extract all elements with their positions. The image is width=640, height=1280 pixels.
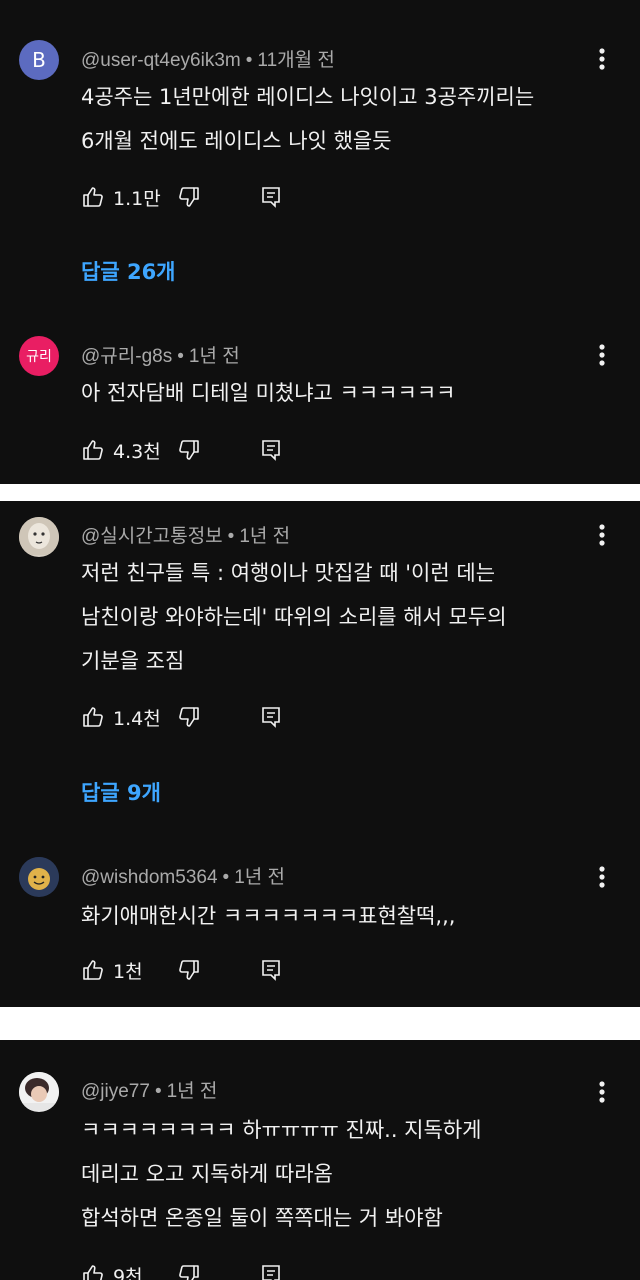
reply-comment-icon[interactable] — [259, 438, 283, 462]
comment-item: @jiye77 • 1년 전 ㅋㅋㅋㅋㅋㅋㅋㅋ 하ㅠㅠㅠㅠ 진짜.. 지독하게 데리… — [0, 1040, 640, 1280]
thumb-up-icon[interactable] — [81, 958, 105, 982]
comment-panel-2: @실시간고통정보 • 1년 전 저런 친구들 특 : 여행이나 맛집갈 때 '이런 … — [0, 501, 640, 1007]
reply-comment-icon[interactable] — [259, 1263, 283, 1280]
thumb-down-icon[interactable] — [177, 185, 201, 209]
more-vert-icon — [599, 1081, 605, 1103]
avatar[interactable]: 규리 — [19, 336, 59, 376]
comment-author[interactable]: @실시간고통정보 — [81, 526, 223, 547]
comment-meta: @user-qt4ey6ik3m • 11개월 전 — [81, 45, 335, 72]
comment-text: 저런 친구들 특 : 여행이나 맛집갈 때 '이런 데는 남친이랑 와야하는데'… — [81, 561, 507, 673]
comment-actions: 4.3천 — [81, 435, 283, 465]
reply-comment-icon[interactable] — [259, 185, 283, 209]
more-options-button[interactable] — [588, 45, 616, 73]
more-vert-icon — [599, 524, 605, 546]
more-options-button[interactable] — [588, 1078, 616, 1106]
comment-meta: @실시간고통정보 • 1년 전 — [81, 521, 290, 548]
meta-dot: • — [154, 1081, 162, 1102]
comment-author[interactable]: @wishdom5364 — [81, 867, 218, 888]
comment-meta: @jiye77 • 1년 전 — [81, 1076, 217, 1103]
comment-panel-3: @jiye77 • 1년 전 ㅋㅋㅋㅋㅋㅋㅋㅋ 하ㅠㅠㅠㅠ 진짜.. 지독하게 데리… — [0, 1040, 640, 1280]
meta-dot: • — [177, 346, 184, 367]
thumb-down-icon[interactable] — [177, 958, 201, 982]
like-count: 4.3천 — [113, 440, 161, 463]
reply-comment-icon[interactable] — [259, 705, 283, 729]
meta-dot: • — [245, 50, 253, 71]
thumb-down-icon[interactable] — [177, 1263, 201, 1280]
comment-time: 11개월 전 — [257, 50, 335, 71]
comment-item: 규리 @규리-g8s • 1년 전 아 전자담배 디테일 미쳤냐고 ㅋㅋㅋㅋㅋㅋ 4… — [0, 320, 640, 484]
comment-actions: 1천 — [81, 955, 283, 985]
comment-author[interactable]: @jiye77 — [81, 1081, 150, 1102]
view-replies-link[interactable]: 답글 9개 — [81, 777, 161, 807]
comment-text: 화기애매한시간 ㅋㅋㅋㅋㅋㅋㅋ표현찰떡,,, — [81, 904, 456, 928]
like-count: 1.1만 — [113, 187, 161, 210]
comment-text: ㅋㅋㅋㅋㅋㅋㅋㅋ 하ㅠㅠㅠㅠ 진짜.. 지독하게 데리고 오고 지독하게 따라옴… — [81, 1118, 482, 1230]
comment-text: 아 전자담배 디테일 미쳤냐고 ㅋㅋㅋㅋㅋㅋ — [81, 381, 456, 405]
comment-actions: 9천 — [81, 1260, 283, 1280]
comment-time: 1년 전 — [188, 346, 240, 367]
avatar[interactable]: B — [19, 40, 59, 80]
comment-text: 4공주는 1년만에한 레이디스 나잇이고 3공주끼리는 6개월 전에도 레이디스… — [81, 85, 535, 153]
comment-author[interactable]: @규리-g8s — [81, 346, 172, 367]
thumb-up-icon[interactable] — [81, 705, 105, 729]
avatar-image — [19, 1072, 59, 1112]
comment-actions: 1.4천 — [81, 702, 283, 732]
thumb-down-icon[interactable] — [177, 438, 201, 462]
more-vert-icon — [599, 48, 605, 70]
avatar[interactable] — [19, 857, 59, 897]
avatar[interactable] — [19, 1072, 59, 1112]
comment-item: B @user-qt4ey6ik3m • 11개월 전 4공주는 1년만에한 레이디… — [0, 0, 640, 300]
avatar-image — [19, 517, 59, 557]
comment-panel-1: B @user-qt4ey6ik3m • 11개월 전 4공주는 1년만에한 레이디… — [0, 0, 640, 484]
like-count: 1.4천 — [113, 707, 161, 730]
meta-dot: • — [227, 526, 235, 547]
more-options-button[interactable] — [588, 341, 616, 369]
meta-dot: • — [222, 867, 230, 888]
like-count: 1천 — [113, 960, 143, 983]
thumb-up-icon[interactable] — [81, 185, 105, 209]
more-vert-icon — [599, 344, 605, 366]
thumb-down-icon[interactable] — [177, 705, 201, 729]
thumb-up-icon[interactable] — [81, 438, 105, 462]
avatar[interactable] — [19, 517, 59, 557]
view-replies-link[interactable]: 답글 26개 — [81, 256, 176, 286]
more-options-button[interactable] — [588, 521, 616, 549]
like-count: 9천 — [113, 1265, 143, 1280]
more-vert-icon — [599, 866, 605, 888]
comment-actions: 1.1만 — [81, 182, 283, 212]
comment-meta: @wishdom5364 • 1년 전 — [81, 862, 285, 889]
comment-time: 1년 전 — [239, 526, 291, 547]
comment-author[interactable]: @user-qt4ey6ik3m — [81, 50, 241, 71]
comment-item: @wishdom5364 • 1년 전 화기애매한시간 ㅋㅋㅋㅋㅋㅋㅋ표현찰떡,,,… — [0, 841, 640, 1007]
comment-time: 1년 전 — [166, 1081, 218, 1102]
comment-meta: @규리-g8s • 1년 전 — [81, 341, 240, 368]
thumb-up-icon[interactable] — [81, 1263, 105, 1280]
avatar-image — [19, 857, 59, 897]
reply-comment-icon[interactable] — [259, 958, 283, 982]
comment-time: 1년 전 — [234, 867, 285, 888]
comment-item: @실시간고통정보 • 1년 전 저런 친구들 특 : 여행이나 맛집갈 때 '이런 … — [0, 501, 640, 821]
more-options-button[interactable] — [588, 863, 616, 891]
